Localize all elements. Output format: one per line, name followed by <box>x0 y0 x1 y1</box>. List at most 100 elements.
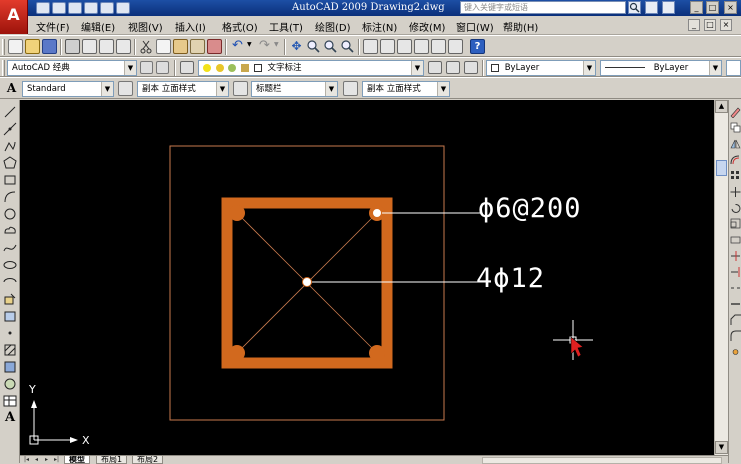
zoom-realtime-icon[interactable] <box>306 39 321 54</box>
move-icon[interactable] <box>730 186 741 198</box>
scroll-up-icon[interactable]: ▲ <box>715 100 728 113</box>
undo-dropdown-icon[interactable]: ▼ <box>247 41 255 56</box>
quickcalc-icon[interactable] <box>448 39 463 54</box>
copy-icon[interactable] <box>156 39 171 54</box>
circle-icon[interactable] <box>3 207 17 221</box>
table-icon[interactable] <box>3 394 17 408</box>
offset-icon[interactable] <box>730 154 741 166</box>
app-menu-button[interactable]: A <box>0 0 28 34</box>
linetype-control-select[interactable]: ByLayer ▼ <box>600 60 722 76</box>
join-icon[interactable] <box>730 298 741 310</box>
color-control-select[interactable]: ByLayer ▼ <box>486 60 596 76</box>
menu-format[interactable]: 格式(O) <box>222 19 258 34</box>
menu-edit[interactable]: 编辑(E) <box>81 19 115 34</box>
revision-cloud-icon[interactable] <box>3 224 17 238</box>
menu-window[interactable]: 窗口(W) <box>456 19 494 34</box>
block-editor-icon[interactable] <box>207 39 222 54</box>
design-center-icon[interactable] <box>380 39 395 54</box>
redo-arrow-icon[interactable]: ↷ <box>257 39 272 54</box>
table-style-select[interactable]: 标题栏 ▼ <box>251 81 338 97</box>
ellipse-icon[interactable] <box>3 258 17 272</box>
zoom-previous-icon[interactable] <box>340 39 355 54</box>
chamfer-icon[interactable] <box>730 314 741 326</box>
multileader-style-icon[interactable] <box>343 81 358 96</box>
arc-icon[interactable] <box>3 190 17 204</box>
paste-icon[interactable] <box>173 39 188 54</box>
markup-set-icon[interactable] <box>431 39 446 54</box>
multiline-text-icon[interactable]: A <box>3 411 17 425</box>
menu-view[interactable]: 视图(V) <box>128 19 163 34</box>
erase-icon[interactable] <box>730 106 741 119</box>
doc-minimize-button[interactable]: _ <box>688 19 700 31</box>
point-icon[interactable] <box>3 326 17 340</box>
menu-modify[interactable]: 修改(M) <box>409 19 445 34</box>
drawing-canvas[interactable]: ϕ6@200 4ϕ12 Y X <box>20 100 714 455</box>
toolbar-grip[interactable] <box>2 39 5 55</box>
explode-icon[interactable] <box>730 346 741 358</box>
minimize-button[interactable]: _ <box>690 1 703 14</box>
my-workspace-icon[interactable] <box>156 61 169 74</box>
construction-line-icon[interactable] <box>3 122 17 136</box>
doc-close-button[interactable]: × <box>720 19 732 31</box>
menu-draw[interactable]: 绘图(D) <box>315 19 351 34</box>
break-icon[interactable] <box>730 282 741 294</box>
rectangle-icon[interactable] <box>3 173 17 187</box>
extend-icon[interactable] <box>730 266 741 278</box>
redo-icon[interactable] <box>116 2 130 14</box>
multileader-style-select[interactable]: 副本 立面样式 ▼ <box>362 81 450 97</box>
polygon-icon[interactable] <box>3 156 17 170</box>
save-icon[interactable] <box>68 2 82 14</box>
lineweight-control-select[interactable] <box>726 60 741 76</box>
help-icon[interactable]: ? <box>470 39 485 54</box>
layer-states-icon[interactable] <box>464 61 478 74</box>
gradient-icon[interactable] <box>3 360 17 374</box>
make-object-layer-current-icon[interactable] <box>428 61 442 74</box>
region-icon[interactable] <box>3 377 17 391</box>
rotate-icon[interactable] <box>730 202 741 214</box>
make-block-icon[interactable] <box>3 309 17 323</box>
vertical-scrollbar[interactable]: ▲ ▼ <box>714 100 728 455</box>
spline-icon[interactable] <box>3 241 17 255</box>
publish-icon[interactable] <box>99 39 114 54</box>
array-icon[interactable] <box>730 170 741 182</box>
search-icon[interactable] <box>628 1 641 14</box>
line-icon[interactable] <box>3 105 17 119</box>
3d-dwf-icon[interactable] <box>116 39 131 54</box>
scroll-down-icon[interactable]: ▼ <box>715 441 728 454</box>
stretch-icon[interactable] <box>730 234 741 246</box>
qnew-icon[interactable] <box>8 39 23 54</box>
favorites-star-icon[interactable] <box>662 1 675 14</box>
layer-previous-icon[interactable] <box>446 61 460 74</box>
menu-help[interactable]: 帮助(H) <box>503 19 538 34</box>
copy-object-icon[interactable] <box>730 122 741 134</box>
open-file-icon[interactable] <box>52 2 66 14</box>
polyline-icon[interactable] <box>3 139 17 153</box>
redo-dropdown-icon[interactable]: ▼ <box>274 41 282 56</box>
save-icon[interactable] <box>42 39 57 54</box>
hatch-icon[interactable] <box>3 343 17 357</box>
menu-file[interactable]: 文件(F) <box>36 19 70 34</box>
ellipse-arc-icon[interactable] <box>3 275 17 289</box>
new-file-icon[interactable] <box>36 2 50 14</box>
plot-icon[interactable] <box>84 2 98 14</box>
insert-block-icon[interactable] <box>3 292 17 306</box>
vertical-scroll-thumb[interactable] <box>716 160 727 176</box>
menu-insert[interactable]: 插入(I) <box>175 19 206 34</box>
plot-preview-icon[interactable] <box>82 39 97 54</box>
close-button[interactable]: × <box>724 1 737 14</box>
doc-restore-button[interactable]: □ <box>704 19 716 31</box>
maximize-button[interactable]: □ <box>706 1 719 14</box>
toolbar-grip[interactable] <box>2 60 5 76</box>
help-search-input[interactable]: 键入关键字或短语 <box>460 1 626 14</box>
open-icon[interactable] <box>25 39 40 54</box>
trim-icon[interactable] <box>730 250 741 262</box>
cut-icon[interactable] <box>139 39 154 54</box>
plot-icon[interactable] <box>65 39 80 54</box>
layer-manager-icon[interactable] <box>180 61 194 74</box>
undo-icon[interactable] <box>100 2 114 14</box>
zoom-window-icon[interactable] <box>323 39 338 54</box>
undo-arrow-icon[interactable]: ↶ <box>230 39 245 54</box>
dimension-style-select[interactable]: 副本 立面样式 ▼ <box>137 81 229 97</box>
menu-dimension[interactable]: 标注(N) <box>362 19 397 34</box>
workspace-select[interactable]: AutoCAD 经典 ▼ <box>7 60 137 76</box>
